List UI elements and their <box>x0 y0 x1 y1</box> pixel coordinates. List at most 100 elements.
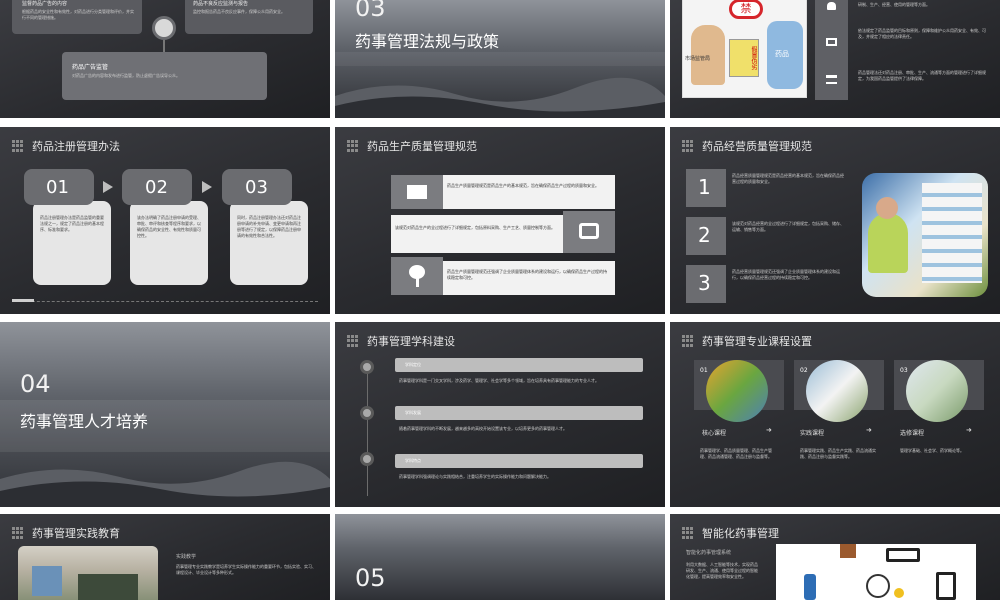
hub-icon <box>866 574 890 598</box>
row-2-text-box <box>391 215 563 253</box>
icon-strip <box>815 0 848 100</box>
monitor-icon <box>826 38 837 46</box>
para-1: 研制、生产、经营、使用的管理等方面。 <box>858 2 930 7</box>
laptop-icon <box>886 548 920 562</box>
item-1-body: 药事管理学科是一门交叉学科，涉及药学、管理学、社会学等多个领域，旨在培养具有药事… <box>399 378 599 383</box>
dunes-background <box>0 461 330 507</box>
slide-thumbnail-8[interactable]: 药事管理学科建设 学科定位 药事管理学科是一门交叉学科，涉及药学、管理学、社会学… <box>335 322 665 507</box>
card-3-body <box>230 201 308 285</box>
grid-dots-icon <box>682 527 694 539</box>
course-3-arrow-icon: ➜ <box>966 426 972 434</box>
course-2-photo <box>806 360 868 422</box>
device-yellow-icon <box>894 588 904 598</box>
course-1-arrow-icon: ➜ <box>766 426 772 434</box>
slide-thumbnail-9[interactable]: 药事管理专业课程设置 01 核心课程 ➜ 药事管理学、药品质量管理、药品生产管理… <box>670 322 1000 507</box>
top-left-heading: 监督药品广告的内容 <box>22 1 68 7</box>
para-2: 依法规定了药品监管的目标和原则，保障和维护公众用药安全、有效、可及，并规定了相应… <box>858 28 986 39</box>
item-1-label-bar <box>395 358 643 372</box>
phone-icon <box>804 574 816 600</box>
grid-dots-icon <box>12 140 24 152</box>
pharmacy-photo <box>862 173 988 297</box>
slide-header: 药事管理学科建设 <box>347 333 455 349</box>
row-3-text: 药品生产质量管理规范还强调了企业质量管理体系的建设和运行，以确保药品生产过程的持… <box>447 269 607 280</box>
mail-icon <box>391 175 443 209</box>
card-2-number: 02 <box>145 177 168 198</box>
slide-thumbnail-7[interactable]: 04 药事管理人才培养 <box>0 322 330 507</box>
course-3-name: 选修课程 <box>900 430 925 437</box>
course-1-number: 01 <box>700 367 708 374</box>
arrow-icon-2 <box>202 181 212 193</box>
title-bar <box>0 400 330 452</box>
slide-title: 药事管理专业课程设置 <box>702 335 812 348</box>
section-number: 05 <box>355 564 386 592</box>
item-3-label: 学科特点 <box>405 458 421 463</box>
slide-header: 药事管理专业课程设置 <box>682 333 812 349</box>
slide-thumbnail-10[interactable]: 药事管理实践教育 实践教学 药事管理专业实践教学是培养学生实际操作能力的重要环节… <box>0 514 330 600</box>
timeline-dot-2 <box>360 406 374 420</box>
timeline-line <box>367 362 368 496</box>
course-3-body: 管理学基础、社会学、药学概论等。 <box>900 448 964 453</box>
course-3-photo <box>906 360 968 422</box>
slide-thumbnail-3[interactable]: 禁 市场监管局 假冒伪劣 药品 研制、生产、经营、使用的管理等方面。 依法规定了… <box>670 0 1000 118</box>
slide-thumbnail-12[interactable]: 智能化药事管理 智能化药事管理系统 利用大数据、人工智能等技术，实现药品研发、生… <box>670 514 1000 600</box>
classroom-photo <box>18 546 158 600</box>
course-2-number: 02 <box>800 367 808 374</box>
slide-header: 药品生产质量管理规范 <box>347 138 477 154</box>
slide-title: 药事管理实践教育 <box>32 527 120 540</box>
slide-thumbnail-5[interactable]: 药品生产质量管理规范 药品生产质量管理规范是药品生产的基本规范，旨在确保药品生产… <box>335 127 665 314</box>
slide-thumbnail-2[interactable]: 03 药事管理法规与政策 <box>335 0 665 118</box>
center-node-icon <box>152 16 176 40</box>
slide-thumbnail-11[interactable]: 05 <box>335 514 665 600</box>
card-3-text: 同时，药品注册管理办法还对药品注册申请的补充申请、变更申请和再注册等进行了规定，… <box>237 215 301 238</box>
timeline-dot-3 <box>360 452 374 466</box>
card-1-number: 01 <box>46 177 69 198</box>
item-2-text: 该规范对药品经营的全过程进行了详细规定，包括采购、储存、运输、销售等方面。 <box>732 221 844 232</box>
cartoon-label-left: 市场监管局 <box>685 56 711 62</box>
slide-header: 智能化药事管理 <box>682 525 779 541</box>
section-number: 03 <box>355 0 386 22</box>
slide-title: 药品生产质量管理规范 <box>367 140 477 153</box>
card-1-text: 药品注册管理办法是药品监管的重要法规之一，规定了药品注册的基本程序、标准和要求。 <box>40 215 104 232</box>
item-3-body: 药事管理学科强调理论与实践相结合，注重培养学生的实际操作能力和问题解决能力。 <box>399 474 551 479</box>
grid-dots-icon <box>347 335 359 347</box>
center-heading: 药品广告监管 <box>72 64 109 71</box>
section-number: 04 <box>20 370 51 398</box>
tablet-icon <box>936 572 956 600</box>
section-title: 药事管理法规与政策 <box>355 32 500 51</box>
slide-thumbnail-1[interactable]: 监督药品广告的内容 根据药品的安全性和有效性，对药品进行分类管理和评价，并实行不… <box>0 0 330 118</box>
item-2-number: 2 <box>698 223 711 247</box>
title-bar <box>335 52 665 66</box>
slide-header: 药品经营质量管理规范 <box>682 138 812 154</box>
smart-label: 智能化药事管理系统 <box>686 550 732 556</box>
top-left-text: 根据药品的安全性和有效性，对药品进行分类管理和评价，并实行不同的管理措施。 <box>22 9 134 20</box>
course-2-body: 药事管理实践、药品生产实践、药品流通实践、药品注册与监督实践等。 <box>800 448 876 459</box>
progress-line <box>12 301 318 302</box>
course-2-arrow-icon: ➜ <box>866 426 872 434</box>
card-2-text: 该办法明确了药品注册申请的受理、审批、审评和核查等程序和要求，以确保药品的安全性… <box>137 215 201 238</box>
slide-thumbnail-6[interactable]: 药品经营质量管理规范 1 药品经营质量管理规范是药品经营的基本规范，旨在确保药品… <box>670 127 1000 314</box>
card-3-number: 03 <box>245 177 268 198</box>
network-diagram <box>776 544 976 600</box>
top-right-heading: 药品不良反应监测与报告 <box>193 1 249 7</box>
para-3: 药品管理法还对药品注册、审批、生产、流通等方面的管理进行了详细规定，为我国药品监… <box>858 70 986 81</box>
grid-dots-icon <box>682 335 694 347</box>
tree-icon <box>391 257 443 295</box>
card-2-body <box>130 201 208 285</box>
timeline-dot-1 <box>360 360 374 374</box>
item-1-number: 1 <box>698 175 711 199</box>
camera-icon <box>563 211 615 253</box>
smart-body: 利用大数据、人工智能等技术，实现药品研发、生产、流通、使用等全过程的智能化管理，… <box>686 562 758 579</box>
card-1-body <box>33 201 111 285</box>
cartoon-image: 禁 市场监管局 假冒伪劣 药品 <box>682 0 807 98</box>
course-1-photo <box>706 360 768 422</box>
cartoon-drug-label: 药品 <box>775 50 789 58</box>
practice-label: 实践教学 <box>176 554 197 560</box>
dunes-background <box>335 77 665 118</box>
item-1-label: 学科定位 <box>405 362 421 367</box>
course-1-body: 药事管理学、药品质量管理、药品生产管理、药品流通管理、药品注册与监督等。 <box>700 448 772 459</box>
course-3-number: 03 <box>900 367 908 374</box>
top-right-text: 监控和报告药品不良反应事件，保障公众用药安全。 <box>193 9 285 14</box>
course-2-name: 实践课程 <box>800 430 825 437</box>
progress-marker <box>12 299 34 302</box>
slide-thumbnail-4[interactable]: 药品注册管理办法 01 药品注册管理办法是药品监管的重要法规之一，规定了药品注册… <box>0 127 330 314</box>
